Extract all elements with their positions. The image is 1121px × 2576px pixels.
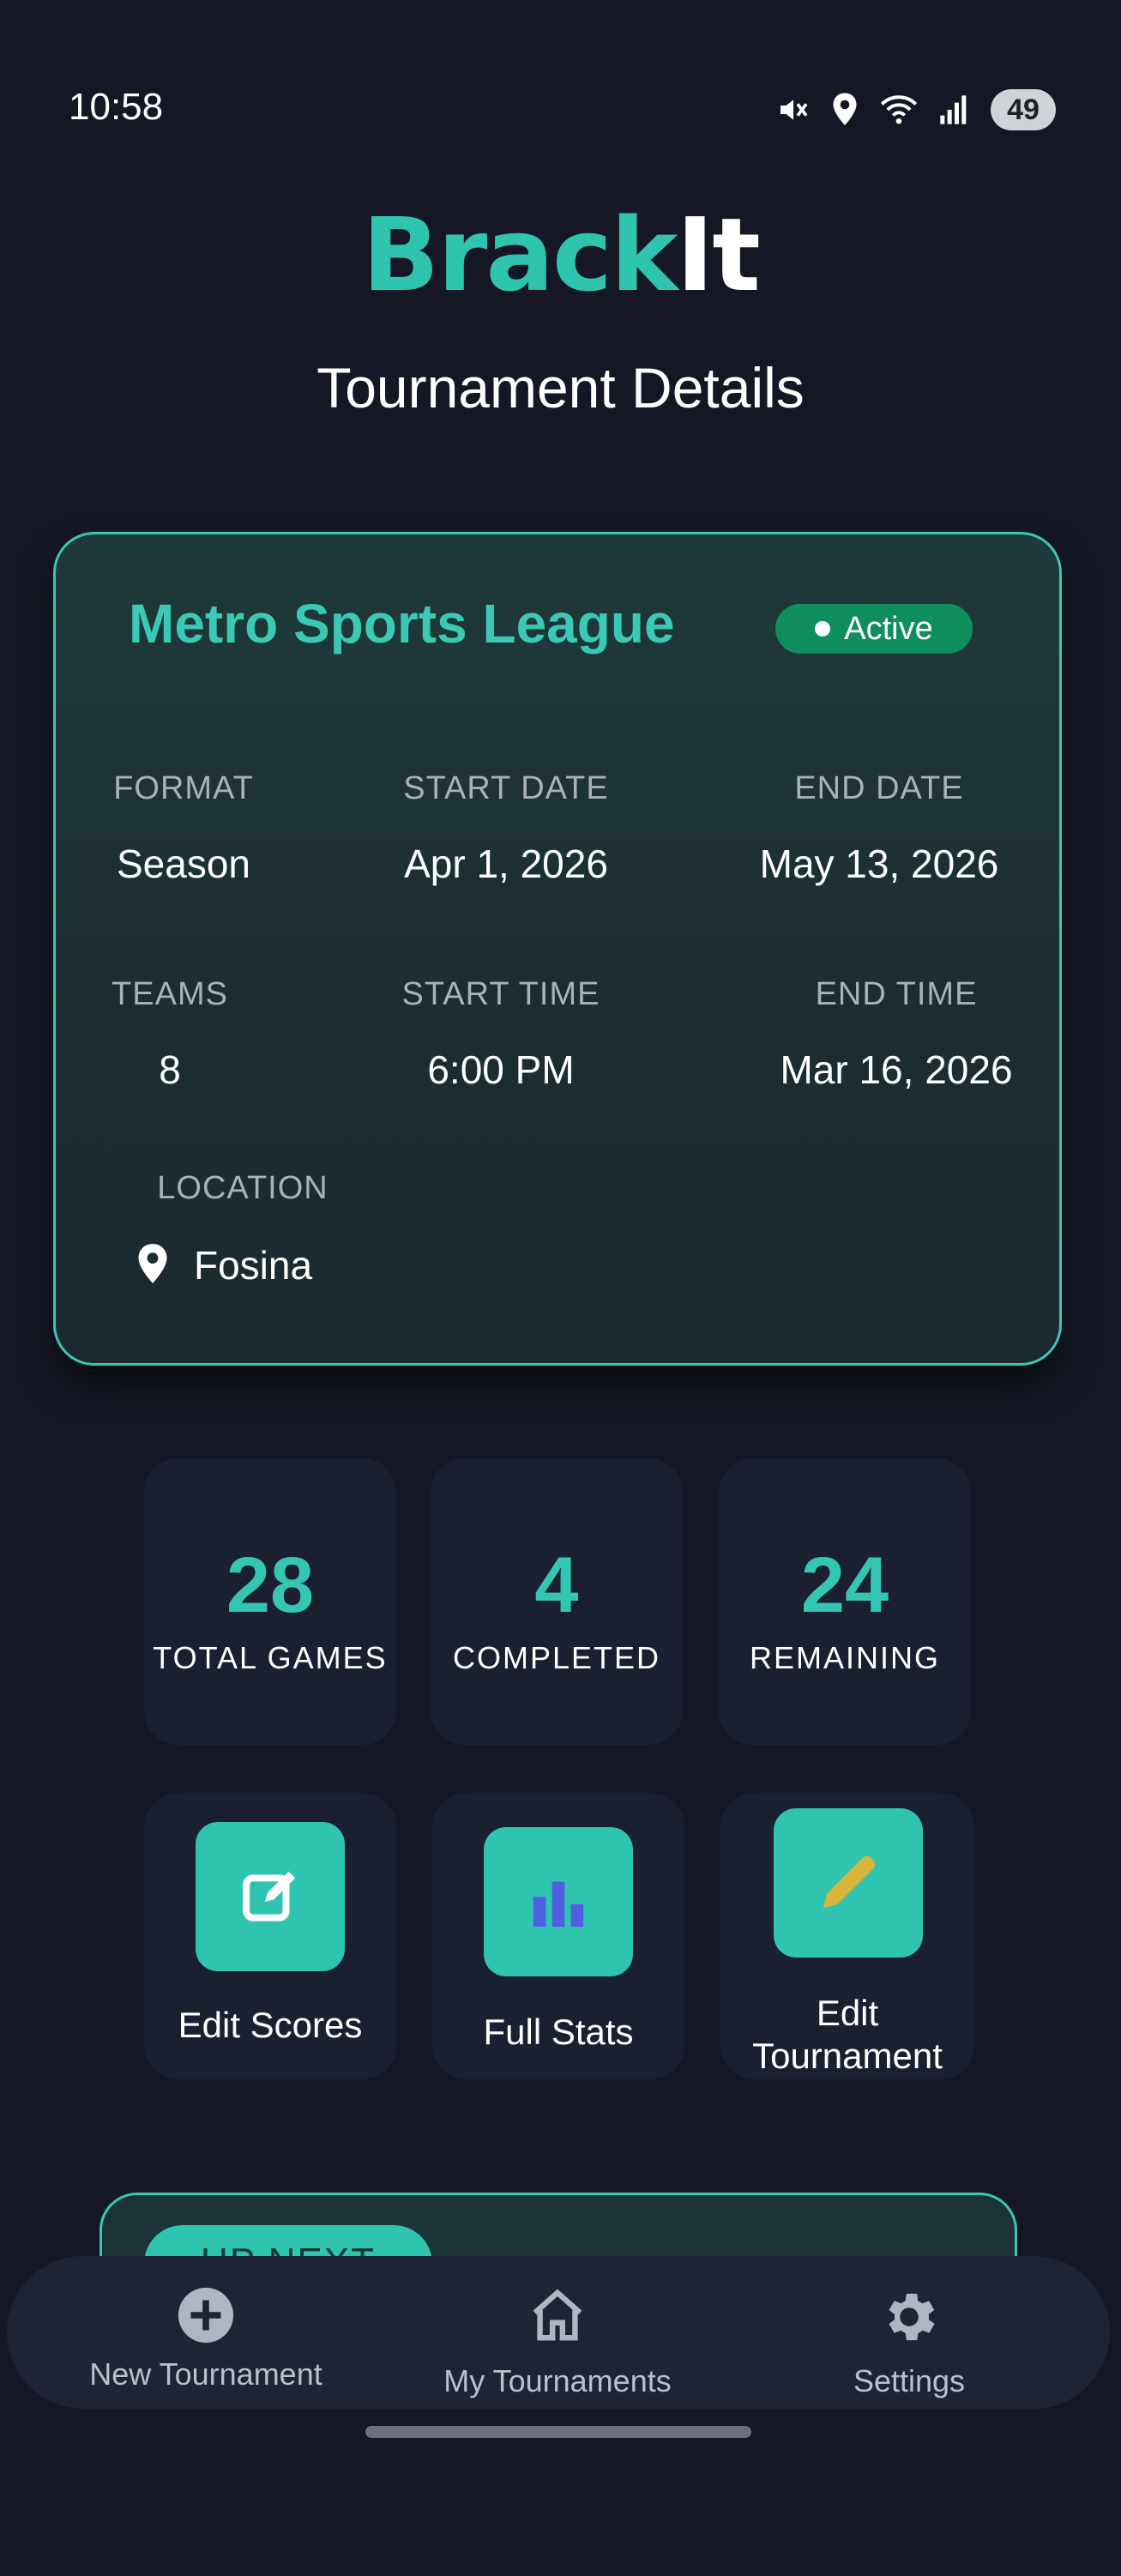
logo-part-1: Brack [362,196,678,314]
home-icon [533,2289,582,2341]
location-icon [833,93,857,125]
nav-settings[interactable]: Settings [755,2285,1064,2399]
format-value: Season [116,842,250,886]
start-time-label: START TIME [401,976,600,1012]
signal-icon [940,95,967,124]
start-date-value: Apr 1, 2026 [404,842,608,886]
status-icons: 49 [776,89,1056,130]
location-label: LOCATION [157,1170,328,1206]
stat-value: 4 [534,1541,579,1629]
tournament-card [53,532,1062,1366]
status-dot [815,621,831,636]
stat-completed: 4 COMPLETED [431,1458,683,1745]
end-time-label: END TIME [815,976,978,1012]
tournament-name: Metro Sports League [129,593,675,655]
bar-chart-icon [533,1881,584,1927]
stat-total-games: 28 TOTAL GAMES [144,1458,396,1745]
edit-tournament-label-line2: Tournament [752,2036,943,2076]
start-time-value: 6:00 PM [427,1047,575,1092]
nav-new-tournament-label: New Tournament [89,2356,322,2392]
gear-icon [889,2293,935,2341]
stat-value: 24 [800,1541,889,1629]
wifi-icon [880,95,918,124]
stat-value: 28 [226,1541,315,1629]
stat-label: COMPLETED [452,1640,661,1675]
edit-tournament-label: Edit Tournament [720,1992,974,2078]
end-date-value: May 13, 2026 [759,842,999,886]
location-value: Fosina [194,1243,313,1288]
end-time-value: Mar 16, 2026 [780,1047,1013,1092]
full-stats-label: Full Stats [483,2012,634,2052]
end-date-label: END DATE [794,770,964,806]
stat-label: REMAINING [749,1640,940,1675]
location-pin-icon [138,1244,167,1283]
stat-label: TOTAL GAMES [153,1640,388,1675]
pencil-icon [823,1855,876,1909]
start-date-label: START DATE [403,770,609,806]
home-indicator[interactable] [365,2426,751,2438]
nav-settings-label: Settings [853,2363,966,2398]
teams-value: 8 [159,1047,181,1092]
edit-scores-icon-button[interactable] [196,1822,345,1971]
status-time: 10:58 [69,86,164,128]
battery-icon: 49 [991,89,1056,130]
teams-label: TEAMS [111,976,228,1012]
full-stats-icon-button[interactable] [484,1827,633,1976]
add-circle-icon [178,2287,234,2344]
logo-part-2: It [676,196,760,314]
status-badge-label: Active [844,610,933,647]
mute-icon [780,100,808,120]
status-badge: Active [775,604,973,654]
edit-tournament-label-line1: Edit [816,1993,879,2033]
edit-tournament-button[interactable]: Edit Tournament [720,1793,974,2079]
edit-tournament-icon-button[interactable] [774,1808,923,1958]
edit-scores-button[interactable]: Edit Scores [144,1793,396,2079]
nav-new-tournament[interactable]: New Tournament [51,2285,360,2392]
nav-my-tournaments[interactable]: My Tournaments [403,2285,712,2399]
app-logo: BrackIt [0,196,1121,314]
nav-my-tournaments-label: My Tournaments [443,2363,672,2398]
page-title: Tournament Details [316,356,805,419]
format-label: FORMAT [113,770,254,806]
edit-square-icon [243,1871,296,1921]
edit-scores-label: Edit Scores [178,2005,363,2045]
stat-remaining: 24 REMAINING [719,1458,971,1745]
full-stats-button[interactable]: Full Stats [432,1793,684,2079]
